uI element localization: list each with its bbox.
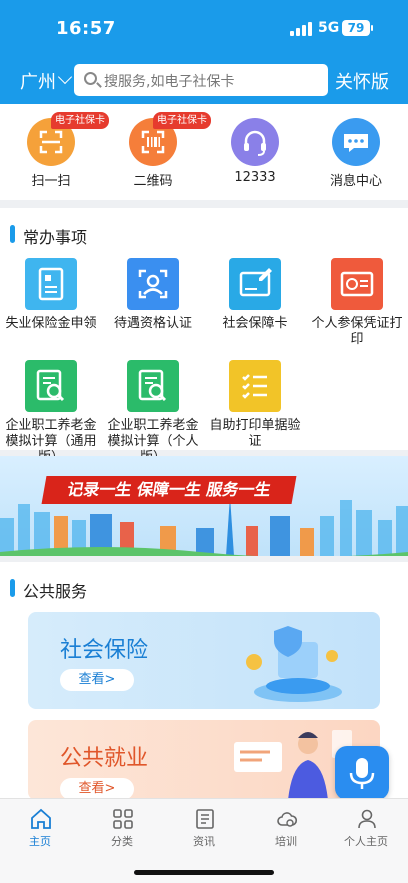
section-title-text: 常办事项 [23,228,88,247]
promo-banner[interactable]: 记录一生 保障一生 服务一生 [0,456,408,556]
app-header: 16:57 5G 79 广州 搜服务,如电子社保卡 关怀版 [0,0,408,104]
banner-slogan: 记录一生 保障一生 服务一生 [41,476,297,504]
tab-category[interactable]: 分类 [82,799,162,855]
signal-icon [290,22,312,36]
calc-search-icon [25,360,77,412]
search-row: 广州 搜服务,如电子社保卡 关怀版 [0,64,408,98]
card-icon [229,258,281,310]
chevron-down-icon[interactable] [57,69,73,85]
document-icon [25,258,77,310]
item-label: 个人参保凭证打印 [311,316,403,347]
tab-news[interactable]: 资讯 [164,799,244,855]
item-label: 自助打印单据验证 [209,418,301,449]
tab-profile[interactable]: 个人主页 [326,799,406,855]
tab-label: 分类 [111,835,133,848]
search-icon [84,72,97,85]
home-indicator [134,870,274,875]
tab-label: 个人主页 [344,835,388,848]
section-title-text: 公共服务 [23,582,88,601]
message-icon [332,118,380,166]
grid-icon [113,809,133,829]
battery-icon: 79 [342,20,370,36]
certificate-icon [331,258,383,310]
social-insurance-card[interactable]: 社会保险 查看> [28,612,380,709]
network-type: 5G [318,20,340,36]
city-skyline-illustration [0,496,408,556]
face-scan-icon [127,258,179,310]
tab-home[interactable]: 主页 [0,799,80,855]
voice-assistant-button[interactable] [335,746,389,800]
microphone-icon [349,758,375,789]
search-placeholder: 搜服务,如电子社保卡 [104,74,235,90]
home-icon [31,808,51,829]
shield-coin-illustration [246,626,342,702]
quick-label: 12333 [234,170,276,185]
card-title: 公共就业 [60,746,149,771]
calc-search-icon [127,360,179,412]
user-icon [358,809,376,829]
quick-label: 扫一扫 [31,174,71,189]
headset-icon [231,118,279,166]
section-accent [10,225,15,243]
quick-label: 二维码 [133,174,173,189]
ecard-badge: 电子社保卡 [51,112,109,129]
city-selector[interactable]: 广州 [20,68,56,94]
care-mode-button[interactable]: 关怀版 [335,68,389,94]
item-label: 社会保障卡 [222,316,288,331]
tab-label: 主页 [29,835,51,848]
item-label: 失业保险金申领 [5,316,97,331]
news-icon [196,809,214,829]
tab-label: 培训 [275,835,297,848]
common-items-section: 常办事项 失业保险金申领 待遇资格认证 社会保障卡 个人参保凭证打印 企业职工养… [0,208,408,465]
view-button[interactable]: 查看> [60,669,134,691]
section-accent [10,579,15,597]
view-button[interactable]: 查看> [60,778,134,800]
tab-training[interactable]: 培训 [246,799,326,855]
cloud-icon [277,812,298,827]
ecard-badge: 电子社保卡 [153,112,211,129]
quick-actions: 扫一扫 电子社保卡 二维码 电子社保卡 12333 消息中心 [0,104,408,200]
search-input[interactable]: 搜服务,如电子社保卡 [74,64,328,96]
checklist-icon [229,360,281,412]
tab-label: 资讯 [193,835,215,848]
battery-tip [371,25,373,31]
card-title: 社会保险 [60,638,149,663]
status-time: 16:57 [56,18,116,39]
public-employment-card[interactable]: 公共就业 查看> [28,720,380,800]
quick-label: 消息中心 [329,174,382,189]
item-label: 待遇资格认证 [113,316,192,331]
status-bar: 16:57 5G 79 [0,18,408,42]
